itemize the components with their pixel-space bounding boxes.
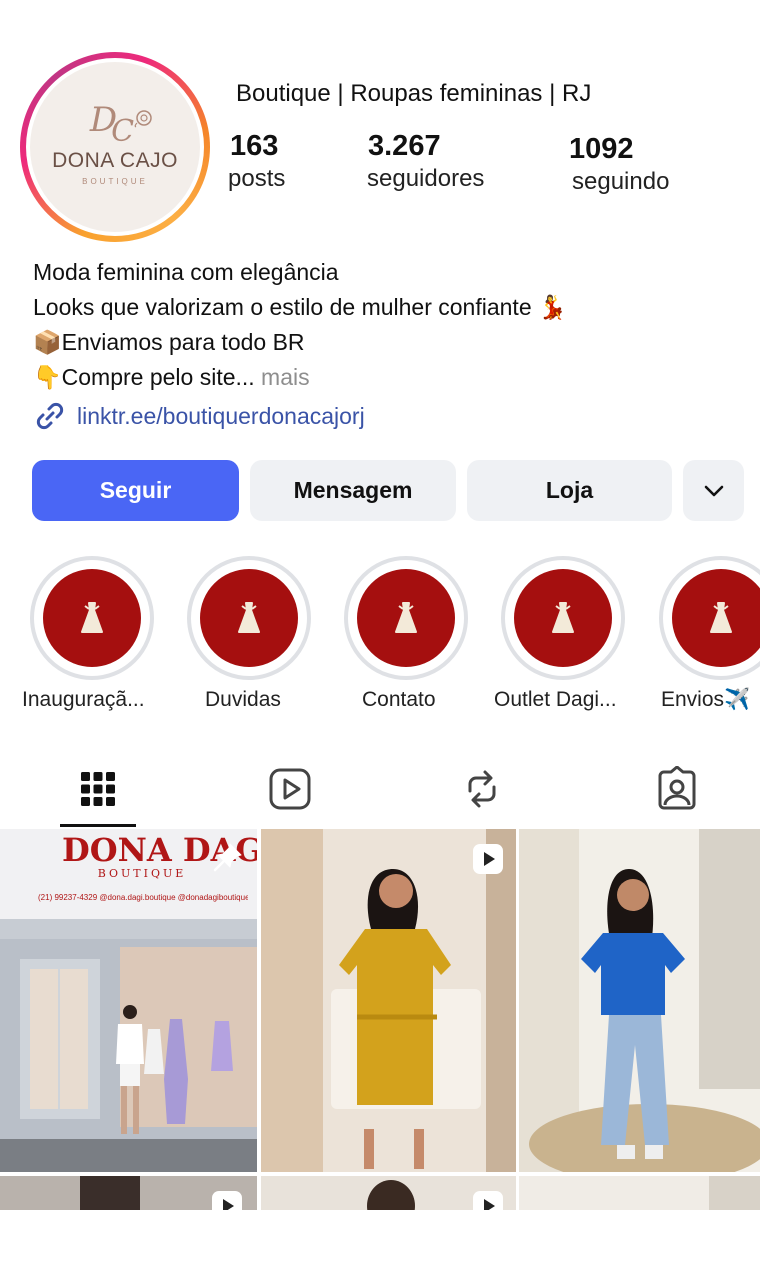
tab-reposts[interactable] <box>457 764 507 814</box>
highlight-label: Envios✈️ <box>661 688 751 711</box>
highlight-envios[interactable]: Envios✈️ <box>659 556 760 711</box>
reel-play-icon <box>473 844 503 874</box>
highlight-label: Outlet Dagi... <box>494 688 617 711</box>
highlight-cover <box>200 569 298 667</box>
stat-posts[interactable]: 163 posts <box>228 130 285 193</box>
grid-icon <box>81 772 115 806</box>
message-button[interactable]: Mensagem <box>250 460 456 521</box>
storefront-sign: DONA DAGI <box>62 831 257 869</box>
shop-button[interactable]: Loja <box>467 460 672 521</box>
stat-following-label: seguindo <box>572 168 670 195</box>
bio: Moda feminina com elegância Looks que va… <box>33 255 733 433</box>
post-brazil-shirt[interactable] <box>519 829 760 1172</box>
avatar-subtitle: BOUTIQUE <box>82 176 148 186</box>
stat-followers-value: 3.267 <box>368 130 441 162</box>
bio-more-link[interactable]: mais <box>255 364 310 390</box>
reels-icon <box>269 768 311 810</box>
stat-posts-label: posts <box>228 165 286 192</box>
post-yellow-robe[interactable] <box>261 829 516 1172</box>
storefront-sign-sub: BOUTIQUE <box>97 867 187 880</box>
stat-followers[interactable]: 3.267 seguidores <box>367 130 484 193</box>
bio-line-2: Looks que valorizam o estilo de mulher c… <box>33 294 567 320</box>
dress-icon <box>710 602 732 633</box>
dress-icon <box>238 602 260 633</box>
dress-icon <box>395 602 417 633</box>
yellow-robe-photo <box>261 829 516 1172</box>
tagged-icon <box>658 766 696 810</box>
post-storefront[interactable]: DONA DAGI BOUTIQUE (21) 99237-4329 @dona… <box>0 829 257 1172</box>
highlight-label: Duvidas <box>205 688 281 711</box>
suggested-accounts-button[interactable] <box>683 460 744 521</box>
tab-reels[interactable] <box>265 764 315 814</box>
chevron-down-icon <box>704 485 723 496</box>
avatar-brand: DONA CAJO <box>52 148 178 172</box>
highlight-ring <box>659 556 760 680</box>
stat-posts-value: 163 <box>230 130 279 162</box>
post-photo <box>519 1176 760 1210</box>
highlight-outlet[interactable]: Outlet Dagi... <box>494 556 625 711</box>
highlight-ring <box>501 556 625 680</box>
storefront-photo <box>0 829 257 1172</box>
stat-following-value: 1092 <box>569 133 634 165</box>
bio-line-4-text: 👇Compre pelo site... <box>33 364 255 390</box>
highlight-ring <box>187 556 311 680</box>
brazil-shirt-photo <box>519 829 760 1172</box>
highlight-cover <box>357 569 455 667</box>
bio-line-4: 👇Compre pelo site... mais <box>33 360 733 395</box>
highlight-cover <box>514 569 612 667</box>
highlight-ring <box>30 556 154 680</box>
dress-icon <box>552 602 574 633</box>
profile-avatar-ring[interactable]: DC DONA CAJO BOUTIQUE <box>20 52 210 242</box>
reel-play-icon <box>212 1191 242 1210</box>
highlight-label: Contato <box>362 688 436 711</box>
highlight-ring <box>344 556 468 680</box>
highlight-contato[interactable]: Contato <box>344 556 468 711</box>
reposts-icon <box>468 770 496 808</box>
pin-icon <box>213 843 242 872</box>
highlight-inauguracao[interactable]: Inauguraçã... <box>22 556 154 711</box>
post-bottom-3[interactable] <box>519 1176 760 1210</box>
tab-posts-grid[interactable] <box>73 764 123 814</box>
post-bottom-2[interactable] <box>261 1176 516 1210</box>
reel-play-icon <box>473 1191 503 1210</box>
follow-button[interactable]: Seguir <box>32 460 239 521</box>
highlight-cover <box>43 569 141 667</box>
dress-icon <box>81 602 103 633</box>
highlight-duvidas[interactable]: Duvidas <box>187 556 311 711</box>
avatar: DC DONA CAJO BOUTIQUE <box>30 62 200 232</box>
storefront-contacts: (21) 99237-4329 @dona.dagi.boutique @don… <box>38 893 248 902</box>
highlight-label: Inauguraçã... <box>22 688 145 711</box>
profile-category-title: Boutique | Roupas femininas | RJ <box>236 80 592 107</box>
bio-line-1: Moda feminina com elegância <box>33 259 339 285</box>
stat-followers-label: seguidores <box>367 165 485 192</box>
stat-following[interactable]: 1092 seguindo <box>569 133 669 196</box>
link-icon <box>36 402 64 430</box>
post-bottom-1[interactable] <box>0 1176 257 1210</box>
bio-link-row[interactable]: linktr.ee/boutiquerdonacajorj <box>33 399 733 433</box>
tab-tagged[interactable] <box>652 764 702 814</box>
rose-icon <box>134 110 152 128</box>
avatar-gap: DC DONA CAJO BOUTIQUE <box>26 58 204 236</box>
highlight-cover <box>672 569 760 667</box>
bio-line-3: 📦Enviamos para todo BR <box>33 329 305 355</box>
bio-link[interactable]: linktr.ee/boutiquerdonacajorj <box>77 403 365 430</box>
active-tab-indicator <box>60 824 136 827</box>
